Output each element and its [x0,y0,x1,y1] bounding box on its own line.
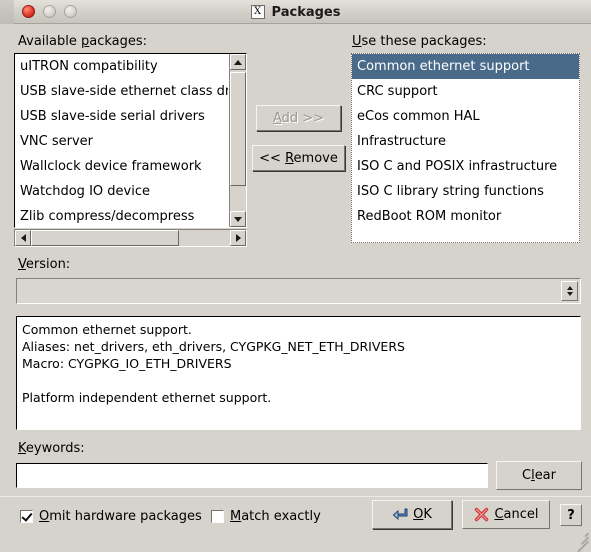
scroll-right-button[interactable] [230,230,246,246]
vertical-scroll-thumb[interactable] [230,72,246,186]
list-item[interactable]: CRC support [352,79,579,104]
clear-button[interactable]: Clear [496,461,582,490]
resize-grip[interactable] [573,526,589,552]
list-item[interactable]: USB slave-side serial drivers [15,104,228,129]
list-item[interactable]: VNC server [15,129,228,154]
chevron-left-icon [20,234,26,242]
checkbox-icon[interactable] [211,510,224,523]
clear-button-label: Clear [521,468,556,483]
scroll-down-button[interactable] [230,211,246,227]
list-item[interactable]: eCos common HAL [352,104,579,129]
ok-button[interactable]: OK [372,500,452,529]
checkbox-icon[interactable] [20,510,33,523]
add-button[interactable]: Add >> [256,105,341,131]
scroll-left-button[interactable] [15,230,31,246]
package-description: Common ethernet support. Aliases: net_dr… [16,316,581,430]
ok-button-label: OK [413,507,432,522]
horizontal-scroll-thumb[interactable] [31,230,179,246]
chevron-up-icon [234,59,242,65]
available-packages-label: Available packages: [18,34,148,49]
x11-window-icon: X [250,5,265,19]
list-item[interactable]: USB slave-side ethernet class drivers [15,79,228,104]
chevron-right-icon [235,234,241,242]
version-spinner[interactable] [561,281,578,301]
omit-hardware-packages-label: Omit hardware packages [39,509,202,524]
use-these-packages-label: Use these packages: [352,34,487,49]
keywords-input[interactable] [16,463,488,488]
blue-return-arrow-icon [393,508,408,520]
omit-hardware-packages-checkbox[interactable]: Omit hardware packages [20,509,202,524]
packages-dialog: X Packages Available packages: Use these… [0,0,591,552]
available-packages-list[interactable]: uITRON compatibility USB slave-side ethe… [14,53,247,228]
version-value[interactable] [19,281,558,301]
red-x-icon [475,507,489,522]
bottom-divider [0,496,591,497]
used-packages-items: Common ethernet support CRC support eCos… [352,54,579,242]
window-title-area: X Packages [0,0,591,24]
version-combobox[interactable] [16,278,581,304]
vertical-scroll-track[interactable] [230,70,246,211]
used-packages-list[interactable]: Common ethernet support CRC support eCos… [351,53,580,243]
window-title: Packages [271,4,341,20]
chevron-down-icon [234,216,242,222]
add-button-label: Add >> [272,110,325,126]
title-bar: X Packages [0,0,591,24]
version-label: Version: [18,257,71,272]
remove-button-label: << Remove [259,150,338,166]
help-button-label: ? [567,507,575,523]
list-item[interactable]: Watchdog IO device [15,179,228,204]
list-item[interactable]: ISO C library string functions [352,179,579,204]
available-list-vertical-scrollbar[interactable] [229,54,246,227]
help-button[interactable]: ? [560,504,582,526]
cancel-button-label: Cancel [494,507,539,522]
list-item[interactable]: Infrastructure [352,129,579,154]
cancel-button[interactable]: Cancel [462,500,550,529]
spinner-down-icon[interactable] [566,292,573,296]
remove-button[interactable]: << Remove [252,145,345,171]
list-item[interactable]: Common ethernet support [352,54,579,79]
list-item[interactable]: ISO C and POSIX infrastructure [352,154,579,179]
list-item[interactable]: uITRON compatibility [15,54,228,79]
available-packages-items: uITRON compatibility USB slave-side ethe… [15,54,228,227]
match-exactly-checkbox[interactable]: Match exactly [211,509,321,524]
scroll-up-button[interactable] [230,54,246,70]
available-list-horizontal-scrollbar[interactable] [14,229,247,247]
spinner-up-icon[interactable] [566,286,573,290]
list-item[interactable]: Zlib compress/decompress [15,204,228,227]
match-exactly-label: Match exactly [230,509,321,524]
keywords-label: Keywords: [18,441,85,456]
list-item[interactable]: Wallclock device framework [15,154,228,179]
list-item[interactable]: RedBoot ROM monitor [352,204,579,229]
horizontal-scroll-track[interactable] [31,230,230,246]
